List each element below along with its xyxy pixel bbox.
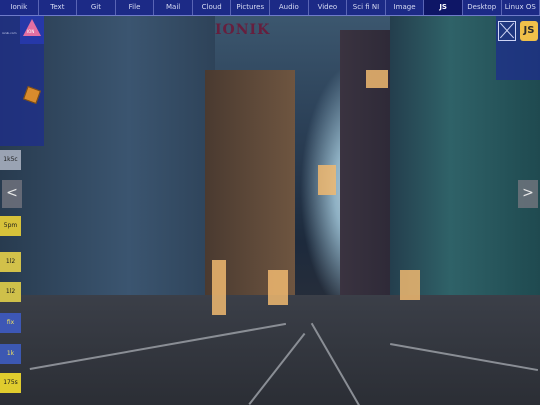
logo-text: ION	[27, 29, 35, 34]
tab-text[interactable]: Text	[39, 0, 78, 15]
tab-linux-os[interactable]: Linux OS	[502, 0, 540, 15]
tab-mail[interactable]: Mail	[154, 0, 193, 15]
left-chip[interactable]: 5pm	[0, 216, 21, 236]
tab-ionik[interactable]: Ionik	[0, 0, 39, 15]
tab-sci-fi[interactable]: Sci fi NI	[347, 0, 386, 15]
next-button[interactable]: >	[518, 180, 538, 208]
tab-audio[interactable]: Audio	[270, 0, 309, 15]
left-chip[interactable]: fix	[0, 313, 21, 333]
left-chip[interactable]: 1k5c	[0, 150, 21, 170]
lit-window	[400, 270, 420, 300]
tab-cloud[interactable]: Cloud	[193, 0, 232, 15]
lit-window	[212, 260, 226, 315]
tab-video[interactable]: Video	[309, 0, 348, 15]
left-chip[interactable]: 1k	[0, 344, 21, 364]
left-chip[interactable]: 1l2	[0, 252, 21, 272]
left-chip[interactable]: 175s	[0, 373, 21, 393]
street	[0, 295, 540, 405]
tab-js[interactable]: JS	[424, 0, 463, 15]
previous-button[interactable]: <	[2, 180, 22, 208]
ionik-logo-button[interactable]: ION	[20, 16, 44, 44]
js-badge-icon[interactable]: JS	[520, 21, 538, 41]
tab-file[interactable]: File	[116, 0, 155, 15]
tab-image[interactable]: Image	[386, 0, 425, 15]
overlay-title: IONIK	[215, 22, 271, 38]
top-tab-bar: Ionik Text Git File Mail Cloud Pictures …	[0, 0, 540, 16]
tab-git[interactable]: Git	[77, 0, 116, 15]
lit-window	[318, 165, 336, 195]
tab-desktop[interactable]: Desktop	[463, 0, 502, 15]
lit-window	[268, 270, 288, 305]
site-label: ionik.com	[2, 31, 17, 35]
wallpaper-city-street	[0, 0, 540, 405]
close-icon[interactable]	[498, 21, 516, 41]
lit-window	[366, 70, 388, 88]
left-chip[interactable]: 1l2	[0, 282, 21, 302]
tab-pictures[interactable]: Pictures	[231, 0, 271, 15]
